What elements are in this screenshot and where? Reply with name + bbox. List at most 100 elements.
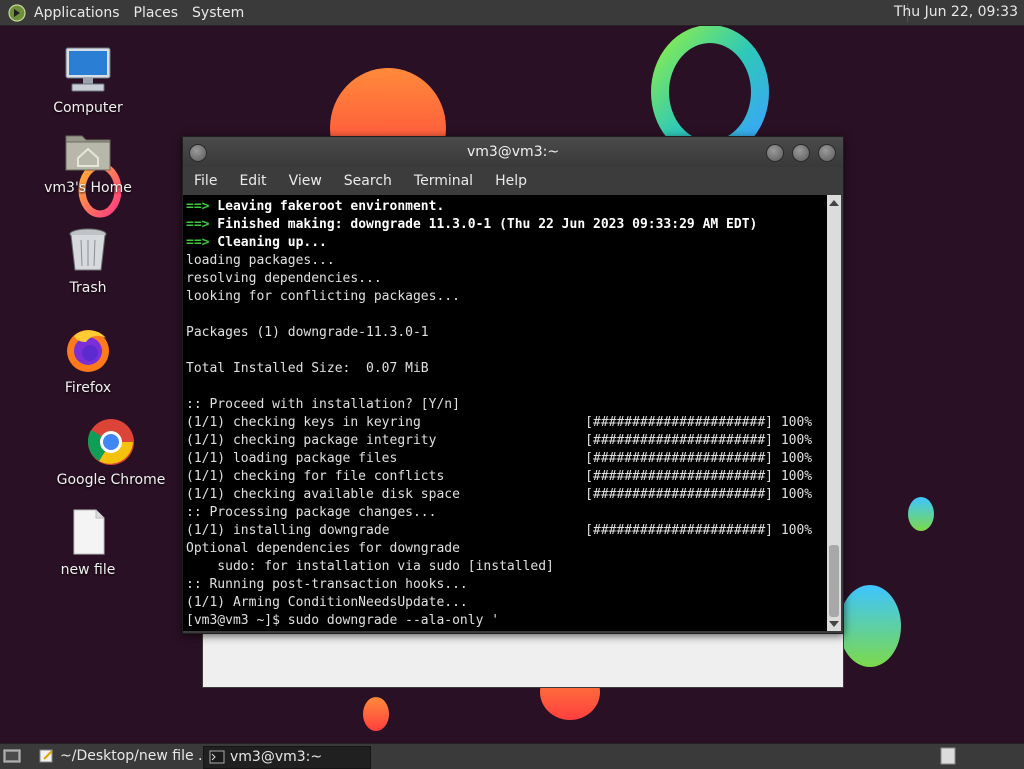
terminal-line: (1/1) checking package integrity [######… (186, 432, 827, 450)
terminal-line-text: Optional dependencies for downgrade (186, 541, 460, 556)
system-menu[interactable]: System (192, 5, 244, 21)
terminal-scrollbar[interactable] (827, 195, 841, 631)
desktop-icon-chrome[interactable]: Google Chrome (56, 416, 166, 488)
terminal-line: (1/1) loading package files [###########… (186, 450, 827, 468)
top-panel: Applications Places System Thu Jun 22, 0… (0, 0, 1024, 26)
taskbar-item-label: ~/Desktop/new file ... (60, 748, 212, 764)
terminal-line: loading packages... (186, 252, 827, 270)
close-button[interactable] (818, 144, 836, 162)
terminal-line-text: resolving dependencies... (186, 271, 382, 286)
terminal-line: (1/1) checking available disk space [###… (186, 486, 827, 504)
workspace-switcher-icon[interactable] (940, 747, 956, 765)
terminal-menubar: File Edit View Search Terminal Help (183, 167, 843, 195)
terminal-line: Optional dependencies for downgrade (186, 540, 827, 558)
menu-file[interactable]: File (183, 173, 228, 189)
terminal-line: :: Processing package changes... (186, 504, 827, 522)
taskbar-item-label: vm3@vm3:~ (230, 749, 323, 765)
terminal-line-text (186, 307, 194, 322)
distro-logo-icon[interactable] (8, 3, 26, 22)
terminal-line (186, 378, 827, 396)
menu-help[interactable]: Help (484, 173, 538, 189)
desktop-icon-new-file[interactable]: new file (33, 506, 143, 578)
desktop-icon-label: Google Chrome (56, 472, 166, 488)
terminal-line-text (186, 343, 194, 358)
terminal-line (186, 342, 827, 360)
taskbar-item-terminal[interactable]: vm3@vm3:~ (203, 746, 371, 769)
terminal-line-text: :: Running post-transaction hooks... (186, 577, 468, 592)
desktop-icon-firefox[interactable]: Firefox (33, 324, 143, 396)
desktop-icon-label: Trash (69, 280, 107, 296)
terminal-line: ==> Cleaning up... (186, 234, 827, 252)
home-folder-icon (65, 135, 111, 171)
terminal-line-text: Finished making: downgrade 11.3.0-1 (Thu… (209, 217, 758, 232)
terminal-line-text: (1/1) checking available disk space [###… (186, 487, 813, 502)
window-menu-button[interactable] (189, 144, 207, 162)
clock[interactable]: Thu Jun 22, 09:33 (894, 4, 1018, 20)
window-title: vm3@vm3:~ (466, 144, 560, 160)
menu-edit[interactable]: Edit (228, 173, 277, 189)
scrollbar-thumb[interactable] (829, 545, 839, 617)
terminal-line-text: (1/1) checking package integrity [######… (186, 433, 813, 448)
background-editor-window[interactable] (202, 628, 844, 688)
terminal-line-text: (1/1) installing downgrade [############… (186, 523, 813, 538)
minimize-button[interactable] (766, 144, 784, 162)
terminal-line-text: (1/1) loading package files [###########… (186, 451, 813, 466)
desktop-icon-trash[interactable]: Trash (33, 224, 143, 296)
terminal-line-text: :: Proceed with installation? [Y/n] (186, 397, 460, 412)
menu-terminal[interactable]: Terminal (403, 173, 484, 189)
chrome-icon (87, 419, 134, 465)
terminal-line: :: Proceed with installation? [Y/n] (186, 396, 827, 414)
terminal-line: Total Installed Size: 0.07 MiB (186, 360, 827, 378)
desktop-icon-label: new file (60, 562, 116, 578)
scroll-up-arrow-icon[interactable] (829, 200, 839, 206)
terminal-line: looking for conflicting packages... (186, 288, 827, 306)
desktop-icon-computer[interactable]: Computer (33, 44, 143, 116)
terminal-line-text: looking for conflicting packages... (186, 289, 460, 304)
terminal-line-text: Leaving fakeroot environment. (209, 199, 445, 214)
terminal-line: (1/1) checking keys in keyring [########… (186, 414, 827, 432)
desktop-icon-label: Firefox (64, 380, 112, 396)
terminal-line-text: Cleaning up... (209, 235, 327, 250)
terminal-line: Packages (1) downgrade-11.3.0-1 (186, 324, 827, 342)
terminal-text: ==> Leaving fakeroot environment. ==> Fin… (183, 195, 827, 630)
terminal-line: (1/1) checking for file conflicts [#####… (186, 468, 827, 486)
scroll-down-arrow-icon[interactable] (829, 621, 839, 627)
terminal-line-text: :: Processing package changes... (186, 505, 437, 520)
terminal-line-text: loading packages... (186, 253, 335, 268)
terminal-line: [vm3@vm3 ~]$ sudo downgrade --ala-only ' (186, 612, 827, 630)
terminal-line-text: (1/1) checking for file conflicts [#####… (186, 469, 813, 484)
bottom-panel: ~/Desktop/new file ... vm3@vm3:~ (0, 743, 1024, 769)
desktop-icon-label: vm3's Home (44, 180, 132, 196)
window-titlebar[interactable]: vm3@vm3:~ (183, 137, 843, 167)
places-menu[interactable]: Places (134, 5, 179, 21)
terminal-output[interactable]: ==> Leaving fakeroot environment. ==> Fin… (183, 195, 827, 631)
terminal-line: ==> Finished making: downgrade 11.3.0-1 … (186, 216, 827, 234)
show-desktop-icon[interactable] (3, 748, 21, 764)
trash-icon (69, 228, 107, 271)
terminal-line: (1/1) installing downgrade [############… (186, 522, 827, 540)
taskbar-item-text-editor[interactable]: ~/Desktop/new file ... (34, 746, 224, 767)
desktop-icon-home[interactable]: vm3's Home (33, 124, 143, 196)
text-editor-icon (39, 749, 53, 763)
terminal-arrow-prefix: ==> (186, 199, 210, 214)
terminal-line-text: Packages (1) downgrade-11.3.0-1 (186, 325, 429, 340)
computer-icon (65, 47, 111, 92)
terminal-line-text: sudo: for installation via sudo [install… (186, 559, 554, 574)
file-icon (73, 509, 105, 555)
terminal-line: resolving dependencies... (186, 270, 827, 288)
desktop-icon-label: Computer (53, 100, 123, 116)
terminal-line-text: (1/1) checking keys in keyring [########… (186, 415, 813, 430)
terminal-arrow-prefix: ==> (186, 235, 210, 250)
terminal-line: :: Running post-transaction hooks... (186, 576, 827, 594)
maximize-button[interactable] (792, 144, 810, 162)
terminal-line-text: (1/1) Arming ConditionNeedsUpdate... (186, 595, 468, 610)
terminal-line: (1/1) Arming ConditionNeedsUpdate... (186, 594, 827, 612)
terminal-line-text (186, 379, 194, 394)
applications-menu[interactable]: Applications (34, 5, 120, 21)
menu-view[interactable]: View (278, 173, 333, 189)
terminal-window[interactable]: vm3@vm3:~ File Edit View Search Terminal… (182, 136, 844, 634)
terminal-line-text: [vm3@vm3 ~]$ sudo downgrade --ala-only ' (186, 613, 500, 628)
terminal-arrow-prefix: ==> (186, 217, 210, 232)
menu-search[interactable]: Search (333, 173, 403, 189)
firefox-icon (67, 330, 109, 372)
